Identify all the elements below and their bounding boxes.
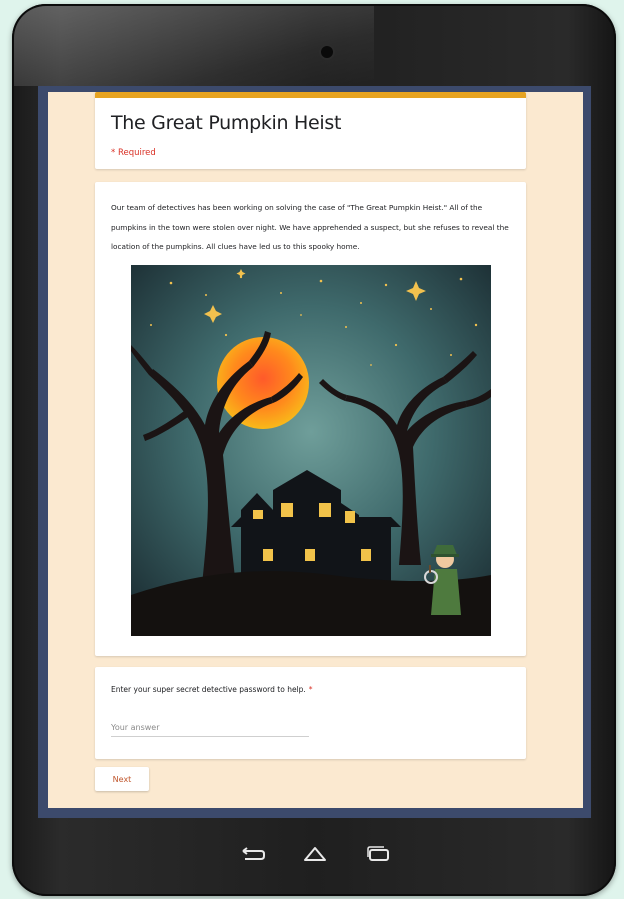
recent-apps-icon[interactable] <box>362 840 394 868</box>
front-camera-icon <box>321 46 333 58</box>
question-text: Enter your super secret detective passwo… <box>111 685 306 694</box>
form-screen[interactable]: The Great Pumpkin Heist * Required Our t… <box>48 92 583 808</box>
form-description: Our team of detectives has been working … <box>111 203 509 251</box>
next-button[interactable]: Next <box>95 767 149 791</box>
haunted-house-illustration <box>131 265 491 636</box>
screen-glare <box>14 6 374 86</box>
form-title: The Great Pumpkin Heist <box>111 112 342 134</box>
password-answer-input[interactable] <box>111 718 309 737</box>
description-card: Our team of detectives has been working … <box>95 182 526 656</box>
form-header-card: The Great Pumpkin Heist * Required <box>95 92 526 169</box>
home-icon[interactable] <box>299 840 331 868</box>
question-label: Enter your super secret detective passwo… <box>111 685 313 694</box>
password-question-card: Enter your super secret detective passwo… <box>95 667 526 759</box>
required-asterisk: * <box>308 685 313 694</box>
android-nav-bar <box>38 830 591 882</box>
haunted-house-image <box>131 265 491 636</box>
back-arrow-icon[interactable] <box>237 840 269 868</box>
required-note: * Required <box>111 148 156 158</box>
